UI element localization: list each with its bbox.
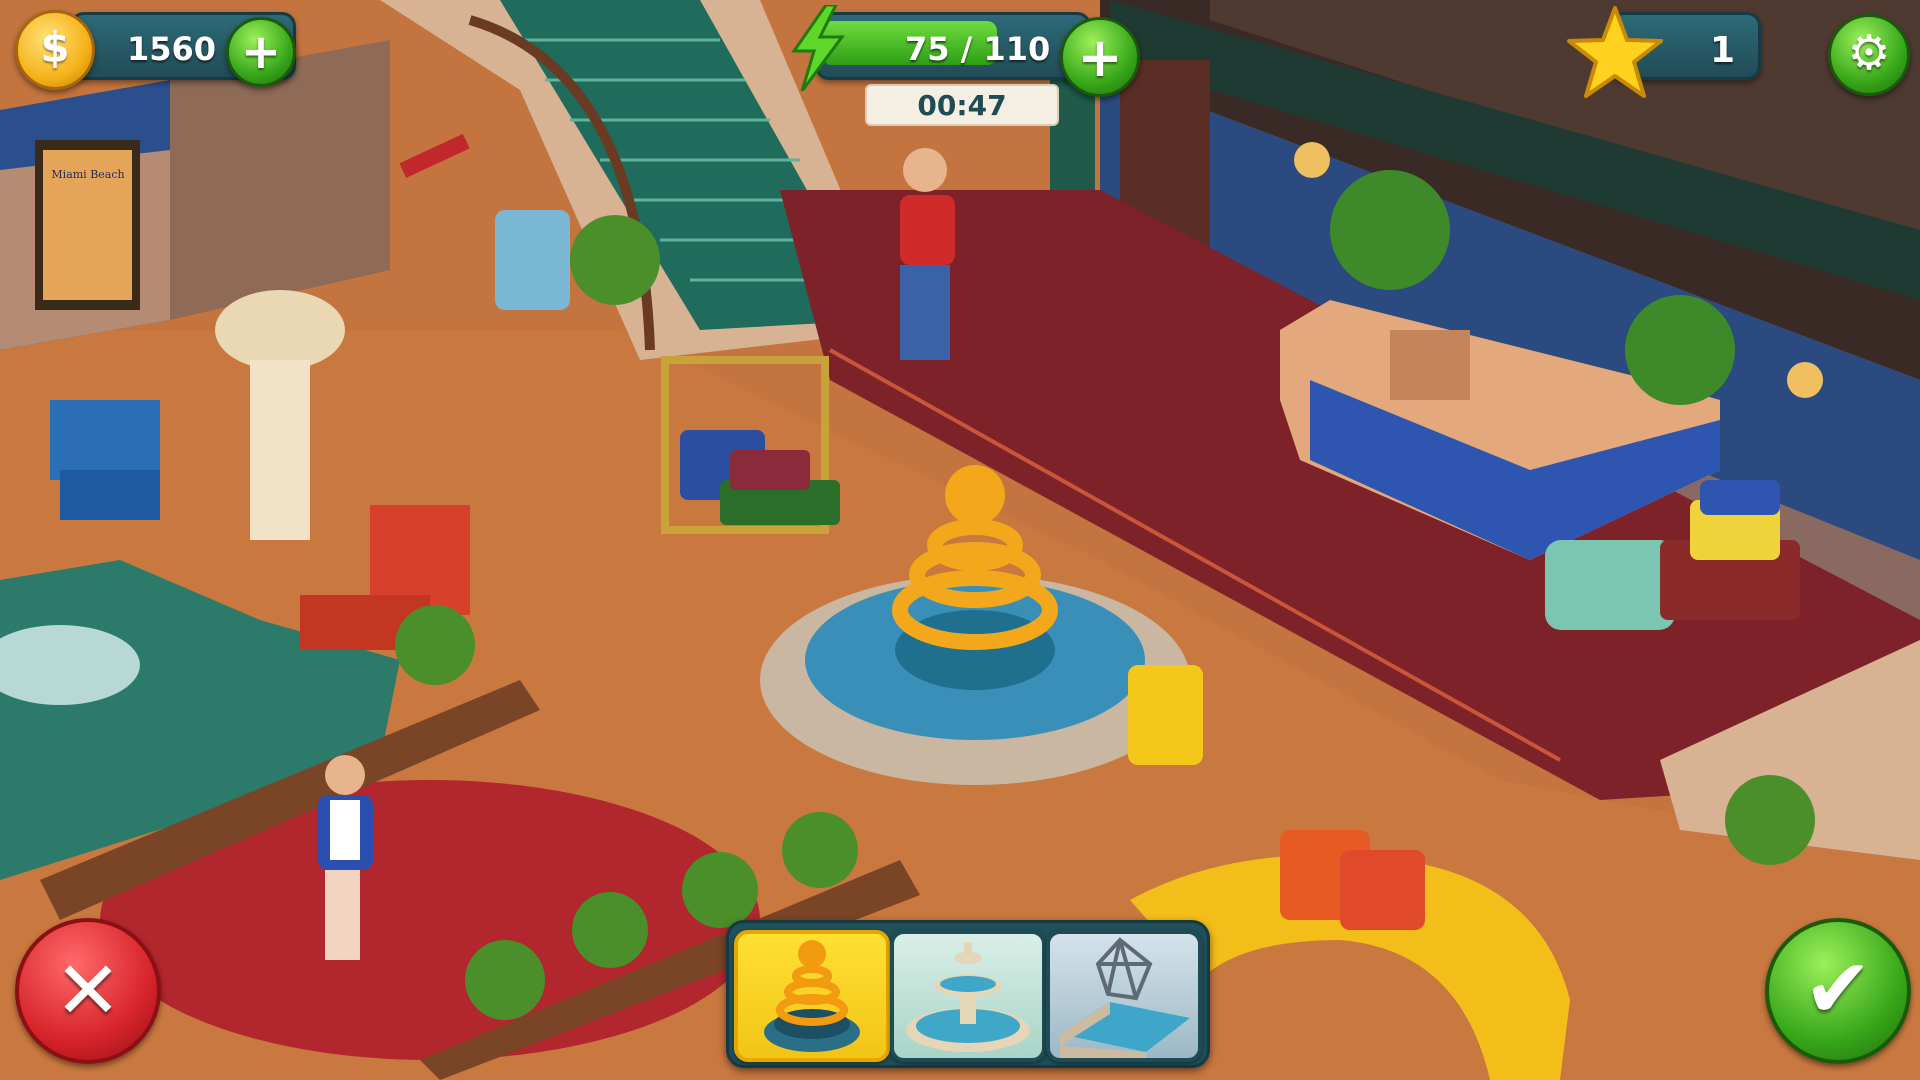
golden-rings-fountain-icon — [764, 940, 860, 1052]
dollar-coin-icon: $ — [15, 10, 95, 90]
lightning-icon — [788, 3, 848, 92]
confirm-button[interactable]: ✔ — [1765, 918, 1911, 1064]
star-count: 1 — [1710, 30, 1736, 71]
poster-text: Miami Beach — [51, 168, 124, 181]
add-coins-button[interactable]: + — [226, 17, 296, 87]
star-icon — [1565, 4, 1665, 100]
energy-timer-text: 00:47 — [917, 89, 1007, 122]
gear-icon: ⚙ — [1847, 25, 1891, 81]
settings-button[interactable]: ⚙ — [1828, 14, 1910, 96]
decor-option-geometric-sculpture-fountain[interactable] — [1046, 930, 1202, 1062]
hotel-lobby-scene: Miami Beach — [0, 0, 1920, 1080]
close-icon: ✕ — [54, 944, 122, 1037]
plus-icon: + — [240, 24, 282, 80]
add-energy-button[interactable]: + — [1060, 17, 1140, 97]
tiered-fountain-icon — [906, 942, 1030, 1052]
energy-timer: 00:47 — [865, 84, 1059, 126]
checkmark-icon: ✔ — [1803, 942, 1873, 1037]
plus-icon: + — [1077, 26, 1123, 89]
cancel-button[interactable]: ✕ — [15, 918, 161, 1064]
coin-count: 1560 — [127, 30, 217, 68]
decor-option-tiered-fountain[interactable] — [890, 930, 1046, 1062]
decor-option-golden-rings-fountain[interactable] — [734, 930, 890, 1062]
energy-value: 75 / 110 — [905, 30, 1051, 68]
geometric-sculpture-icon — [1060, 937, 1190, 1058]
